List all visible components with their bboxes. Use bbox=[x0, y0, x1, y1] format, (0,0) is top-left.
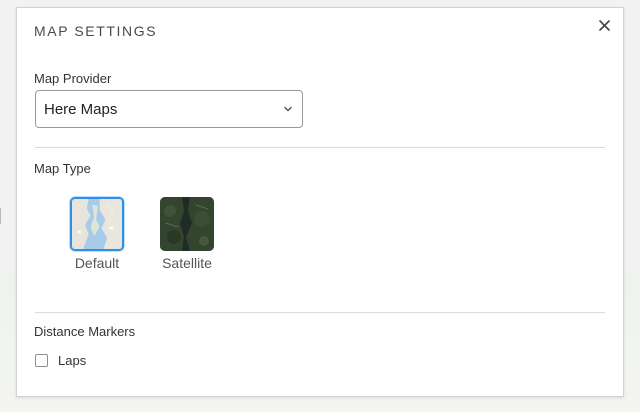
close-icon bbox=[598, 19, 610, 31]
chevron-down-icon bbox=[284, 106, 292, 112]
map-type-satellite-label: Satellite bbox=[162, 255, 212, 271]
map-satellite-thumbnail-image bbox=[160, 197, 214, 251]
divider bbox=[35, 147, 605, 148]
distance-markers-label: Distance Markers bbox=[34, 324, 136, 339]
map-type-option-default[interactable]: Default bbox=[62, 197, 132, 271]
map-provider-selected-value: Here Maps bbox=[44, 101, 118, 118]
map-type-default-label: Default bbox=[74, 255, 120, 271]
map-settings-modal: MAP SETTINGS Map Provider Here Maps Map … bbox=[16, 7, 624, 397]
laps-label: Laps bbox=[58, 353, 87, 368]
laps-checkbox-row[interactable]: Laps bbox=[35, 353, 86, 368]
modal-title: MAP SETTINGS bbox=[34, 23, 158, 39]
map-satellite-thumbnail bbox=[160, 197, 214, 251]
close-button[interactable] bbox=[595, 16, 613, 34]
laps-checkbox[interactable] bbox=[35, 354, 48, 367]
map-type-option-satellite[interactable]: Satellite bbox=[152, 197, 222, 271]
map-default-thumbnail-image bbox=[72, 199, 122, 249]
divider bbox=[35, 312, 605, 313]
map-default-thumbnail bbox=[70, 197, 124, 251]
map-provider-select[interactable]: Here Maps bbox=[35, 90, 303, 128]
background-edge-mark bbox=[0, 208, 7, 224]
map-type-label: Map Type bbox=[34, 161, 91, 176]
map-provider-label: Map Provider bbox=[34, 71, 112, 86]
